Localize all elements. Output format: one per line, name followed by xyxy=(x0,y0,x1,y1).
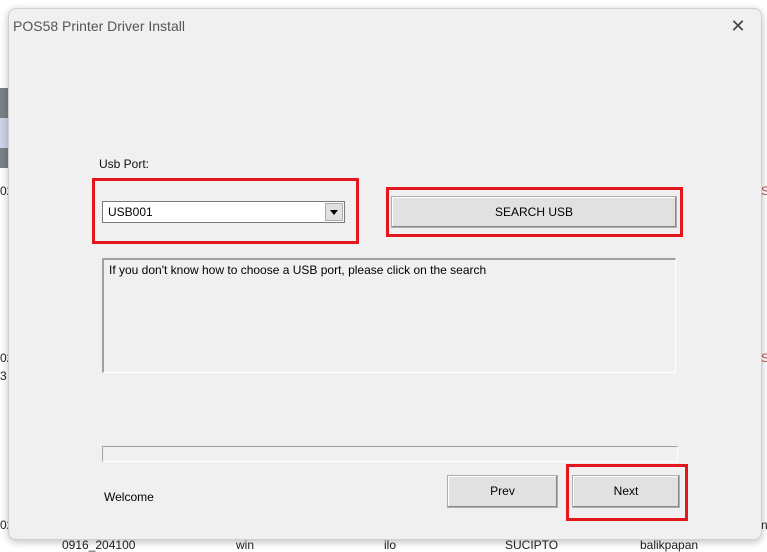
bg-cell: ilo xyxy=(384,538,397,552)
install-progress-bar xyxy=(102,446,678,462)
info-text: If you don't know how to choose a USB po… xyxy=(109,263,487,277)
bg-cell: win xyxy=(236,538,255,552)
highlight-usb-select xyxy=(92,178,359,244)
usb-port-label: Usb Port: xyxy=(99,157,150,171)
close-icon[interactable]: ✕ xyxy=(721,13,755,41)
dialog-title: POS58 Printer Driver Install xyxy=(13,18,185,34)
highlight-next-button xyxy=(566,464,688,521)
title-bar: POS58 Printer Driver Install ✕ xyxy=(9,9,761,43)
driver-install-dialog: POS58 Printer Driver Install ✕ Usb Port:… xyxy=(8,8,762,540)
highlight-search-button xyxy=(386,187,683,237)
bg-cell: 0916_204100 xyxy=(62,538,136,552)
bg-cell: balikpapan xyxy=(640,538,699,552)
bg-cell: SUCIPTO xyxy=(505,538,559,552)
background-thumbnail xyxy=(0,88,8,168)
info-box: If you don't know how to choose a USB po… xyxy=(102,258,676,373)
prev-button[interactable]: Prev xyxy=(447,475,558,508)
bg-cell: 3 xyxy=(0,369,7,383)
status-text: Welcome xyxy=(104,490,154,504)
